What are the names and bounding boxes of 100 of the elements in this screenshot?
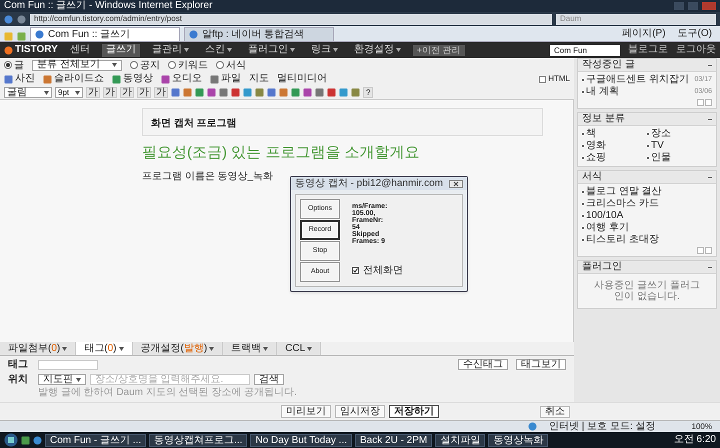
caret-icon — [112, 63, 117, 67]
caret-icon — [263, 346, 268, 350]
format-button[interactable]: 가 — [137, 87, 151, 98]
url-text: http://comfun.tistory.com/admin/entry/post — [34, 15, 182, 23]
media-button[interactable]: 슬라이드쇼 — [43, 74, 104, 84]
zoom-level[interactable]: 100% — [692, 422, 712, 430]
sidebar-item[interactable]: TV — [651, 140, 664, 152]
command-menu[interactable]: 페이지(P) — [618, 29, 670, 39]
browser-tab[interactable]: Com Fun :: 글쓰기 — [30, 27, 180, 41]
panel-title: 작성중인 글 — [582, 60, 635, 70]
sidebar-item[interactable]: 내 계획 — [586, 87, 619, 97]
blog-select[interactable]: Com Fun — [550, 44, 620, 56]
media-icon[interactable] — [161, 74, 170, 84]
nav-item[interactable]: 스킨 — [200, 44, 236, 56]
close-icon[interactable] — [449, 180, 463, 188]
sidebar-item[interactable]: 영화 — [586, 140, 606, 152]
media-button[interactable]: 사진 — [4, 74, 35, 84]
panel-tab[interactable]: CCL — [277, 342, 322, 355]
start-button[interactable] — [4, 433, 18, 447]
format-button[interactable]: 가 — [86, 87, 100, 98]
next-button[interactable] — [705, 99, 712, 106]
nav-link[interactable]: 로그아웃 — [676, 45, 716, 55]
sidebar-item[interactable]: 크리스마스 카드 — [586, 199, 659, 209]
media-button[interactable]: 파일 — [210, 74, 241, 84]
category-select[interactable]: 분류 전체보기 — [32, 60, 122, 70]
font-select[interactable]: 굴림 — [4, 87, 52, 98]
page-icon[interactable] — [35, 30, 44, 39]
radio-option[interactable]: 키워드 — [168, 58, 208, 72]
action-button[interactable]: 미리보기 — [281, 405, 331, 418]
nav-item[interactable]: 글관리 — [148, 44, 193, 56]
sidebar-item[interactable]: 여행 후기 — [586, 223, 629, 233]
media-button[interactable]: 멀티미디어 — [277, 74, 327, 84]
sidebar-item[interactable]: 티스토리 초대장 — [586, 235, 659, 245]
nav-item[interactable]: 센터 — [66, 44, 94, 56]
panel-title: 정보 분류 — [582, 114, 625, 124]
sidebar-item[interactable]: 책 — [586, 128, 596, 140]
sidebar-item[interactable]: 장소 — [651, 128, 671, 140]
media-icon[interactable] — [112, 74, 121, 84]
media-button[interactable]: 오디오 — [161, 74, 202, 84]
location-label: 위치 — [8, 373, 29, 387]
nav-item[interactable]: 글쓰기 — [102, 44, 140, 56]
search-field[interactable]: Daum — [556, 14, 716, 24]
search-button[interactable]: 검색 — [254, 374, 284, 385]
format-button[interactable]: 가 — [120, 87, 134, 98]
command-menu[interactable]: 도구(O) — [674, 29, 716, 39]
media-icon[interactable] — [4, 74, 13, 84]
sidebar-item[interactable]: 구글애드센트 위치잡기 — [586, 75, 689, 85]
taskbar-item[interactable]: 동영상캡쳐프로그... — [149, 434, 248, 446]
html-checkbox[interactable]: HTML — [539, 73, 570, 85]
format-button[interactable]: 가 — [103, 87, 117, 98]
format-button[interactable]: 가 — [154, 87, 168, 98]
nav-link[interactable]: 블로그로 — [628, 45, 668, 55]
logo-icon[interactable] — [4, 46, 13, 54]
cancel-button[interactable]: 취소 — [540, 406, 570, 418]
size-select[interactable]: 9pt — [55, 87, 83, 98]
check-icon — [353, 268, 358, 273]
panel-tab[interactable]: 태그(0) — [76, 342, 132, 355]
nav-item[interactable]: 링크 — [306, 44, 342, 56]
next-button[interactable] — [705, 247, 712, 254]
panel-tab[interactable]: 트랙백 — [223, 342, 278, 355]
media-button[interactable]: 동영상 — [112, 74, 153, 84]
taskbar-item[interactable]: Com Fun - 글쓰기 ... — [45, 434, 146, 446]
taskbar-item[interactable]: 동영상녹화 — [488, 434, 548, 446]
taskbar-item[interactable]: Back 2U - 2PM — [355, 434, 432, 446]
page-icon[interactable] — [189, 30, 198, 39]
radio-option[interactable]: 공지 — [130, 58, 160, 72]
sidebar-item[interactable]: 인물 — [651, 152, 671, 164]
sidebar-item[interactable]: 블로그 연말 결산 — [586, 187, 662, 197]
tag-button[interactable]: 태그보기 — [516, 359, 566, 370]
tag-button[interactable]: 수신태그 — [458, 359, 508, 370]
taskbar-item[interactable]: 설치파일 — [435, 434, 486, 446]
address-field[interactable]: http://comfun.tistory.com/admin/entry/post — [30, 14, 552, 24]
nav-item[interactable]: 플러그인 — [244, 44, 299, 56]
prev-button[interactable] — [697, 247, 704, 254]
media-icon[interactable] — [43, 74, 52, 84]
browser-tab[interactable]: 알ftp : 네이버 통합검색 — [184, 27, 334, 41]
action-button[interactable]: 저장하기 — [389, 405, 439, 418]
taskbar-clock: 오전 6:20 — [674, 435, 716, 445]
map-pin-select[interactable]: 지도핀 — [38, 374, 86, 385]
tistory-logo: TISTORY — [15, 45, 58, 55]
panel-tab[interactable]: 공개설정(발행) — [132, 342, 224, 355]
sidebar-item[interactable]: 100/10A — [586, 211, 624, 221]
tag-field[interactable] — [38, 360, 98, 370]
radio-option[interactable]: 글 — [4, 58, 24, 72]
radio-option[interactable]: 서식 — [216, 58, 246, 72]
help-button[interactable]: ? — [363, 87, 374, 98]
media-icon[interactable] — [210, 74, 219, 84]
fullscreen-checkbox[interactable]: 전체화면 — [352, 263, 403, 278]
caret-icon — [44, 90, 49, 94]
old-admin-button[interactable]: +이전 관리 — [412, 44, 465, 56]
media-button[interactable]: 지도 — [249, 74, 269, 84]
panel-message: 사용중인 글쓰기 플러그인이 없습니다. — [593, 279, 701, 304]
nav-item[interactable]: 환경설정 — [350, 44, 405, 56]
prev-button[interactable] — [697, 99, 704, 106]
caret-icon — [209, 346, 214, 350]
sidebar-item[interactable]: 쇼핑 — [586, 152, 606, 164]
action-button[interactable]: 임시저장 — [335, 405, 385, 418]
caret-icon — [118, 346, 124, 350]
taskbar-item[interactable]: No Day But Today ... — [250, 434, 352, 446]
panel-tab[interactable]: 파일첨부(0) — [0, 342, 76, 355]
